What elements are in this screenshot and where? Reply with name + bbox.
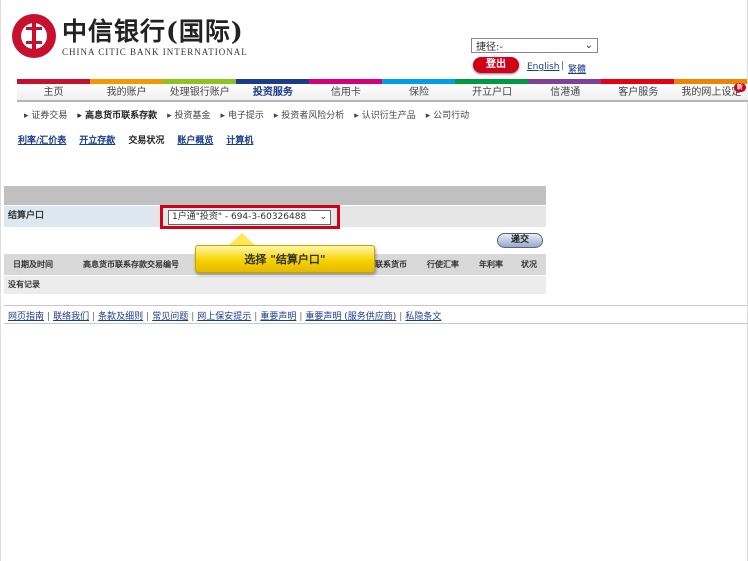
- nav-item[interactable]: 开立户口: [456, 84, 529, 100]
- footer-link[interactable]: 网上保安提示: [197, 312, 251, 322]
- col-linked-currency: 联系货币: [375, 260, 407, 269]
- settlement-account-label: 结算户口: [4, 206, 154, 227]
- arrow-icon: ▸: [220, 111, 228, 121]
- footer-link[interactable]: 重要声明: [260, 312, 296, 322]
- nav-item-label: 主页: [43, 87, 64, 98]
- col-strike-rate: 行使汇率: [427, 260, 459, 269]
- subnav-item[interactable]: ▸ 电子提示: [220, 108, 263, 121]
- form-header-bar: [4, 186, 546, 205]
- nav-item[interactable]: 信用卡: [309, 84, 382, 100]
- page-left-border: [0, 0, 1, 561]
- arrow-icon: ▸: [425, 111, 434, 121]
- nav-item-label: 投资服务: [252, 87, 293, 98]
- arrow-icon: ▸: [77, 111, 86, 121]
- logout-button[interactable]: 登出: [473, 57, 519, 73]
- footer-link[interactable]: 联络我们: [53, 312, 89, 322]
- footer-separator: |: [92, 312, 96, 322]
- arrow-icon: ▸: [354, 111, 362, 121]
- callout-target: "结算户口": [270, 253, 326, 266]
- main-nav: 主页 我的账户 处理银行账户 投资服务 信用卡 保险 开立户口 信港通 客户服务 我的网上设定新: [17, 83, 748, 102]
- submit-button[interactable]: 递交: [497, 233, 543, 248]
- footer-separator: |: [299, 312, 303, 322]
- col-transaction-id: 高息货币联系存款交易编号: [83, 260, 179, 269]
- logo-bar: [32, 21, 36, 51]
- section-link[interactable]: 交易状况: [128, 133, 164, 146]
- chevron-down-icon: ⌄: [584, 40, 593, 51]
- nav-item-label: 处理银行账户: [169, 87, 230, 98]
- subnav-item-label: 高息货币联系存款: [85, 111, 158, 121]
- nav-item[interactable]: 投资服务: [236, 84, 309, 100]
- nav-item-label: 信用卡: [330, 87, 361, 98]
- footer-links: 网页指南 | 联络我们 | 条款及细则 | 常见问题 | 网上保安提示 | 重要声明 | 重要声明 (服…: [8, 309, 441, 322]
- new-badge: 新: [733, 83, 746, 92]
- footer-separator: |: [191, 312, 195, 322]
- section-link[interactable]: 计算机: [226, 133, 253, 146]
- footer-separator: |: [47, 312, 51, 322]
- subnav-item-label: 公司行动: [433, 111, 470, 121]
- nav-item[interactable]: 客户服务: [602, 84, 675, 100]
- nav-item-label: 信港通: [550, 87, 581, 98]
- subnav-item[interactable]: ▸ 投资者风险分析: [274, 108, 344, 121]
- brand-name-cn: 中信银行(国际): [62, 17, 244, 46]
- subnav-item-label: 认识衍生产品: [361, 111, 416, 121]
- nav-item-label: 开立户口: [472, 87, 513, 98]
- subnav-item[interactable]: ▸ 投资基金: [167, 108, 210, 121]
- section-link[interactable]: 开立存款: [79, 133, 115, 146]
- footer-link[interactable]: 网页指南: [8, 312, 44, 322]
- subnav-item-label: 证券交易: [31, 111, 68, 121]
- nav-item[interactable]: 我的网上设定新: [675, 83, 748, 100]
- subnav-item[interactable]: ▸ 公司行动: [426, 108, 469, 121]
- nav-item[interactable]: 保险: [382, 84, 455, 100]
- nav-item[interactable]: 处理银行账户: [163, 84, 236, 100]
- nav-item-label: 我的网上设定: [681, 87, 742, 98]
- section-link[interactable]: 账户概览: [177, 133, 213, 146]
- footer-link[interactable]: 重要声明 (服务供应商): [305, 312, 396, 322]
- footer-link[interactable]: 条款及细则: [98, 312, 143, 322]
- footer-separator: |: [399, 312, 403, 322]
- instruction-callout: 选择 "结算户口": [195, 245, 375, 273]
- highlight-frame: 1户通"投资" - 694-3-60326488 ⌄: [160, 205, 340, 229]
- subnav-item-label: 投资者风险分析: [281, 111, 345, 121]
- sub-nav: ▸ 证券交易 ▸ 高息货币联系存款 ▸ 投资基金 ▸ 电子提示 ▸ 投资者风险分析 ▸ 认…: [24, 108, 469, 121]
- brand-name-en: CHINA CITIC BANK INTERNATIONAL: [62, 47, 248, 57]
- subnav-item[interactable]: ▸ 高息货币联系存款: [77, 108, 157, 121]
- subnav-item[interactable]: ▸ 认识衍生产品: [354, 108, 415, 121]
- lang-traditional-link[interactable]: 繁體: [568, 62, 586, 75]
- section-links: 利率/汇价表 开立存款 交易状况 账户概览 计算机: [18, 133, 253, 146]
- footer-divider-top: [4, 305, 748, 306]
- shortcut-select[interactable]: 捷径:- ⌄: [471, 38, 598, 53]
- shortcut-select-value: 捷径:-: [476, 42, 503, 53]
- col-status: 状况: [521, 260, 537, 269]
- col-annual-rate: 年利率: [479, 260, 503, 269]
- nav-item[interactable]: 我的账户: [90, 84, 163, 100]
- subnav-item-label: 电子提示: [227, 111, 264, 121]
- settlement-account-value: 1户通"投资" - 694-3-60326488: [172, 212, 307, 222]
- logo-bar: [26, 41, 42, 44]
- nav-item-label: 客户服务: [618, 87, 659, 98]
- section-link[interactable]: 利率/汇价表: [18, 133, 66, 146]
- chevron-down-icon: ⌄: [319, 212, 327, 222]
- lang-english-link[interactable]: English: [527, 62, 560, 72]
- nav-item[interactable]: 信港通: [529, 84, 602, 100]
- col-datetime: 日期及时间: [13, 260, 53, 269]
- footer-link[interactable]: 常见问题: [152, 312, 188, 322]
- bank-logo-icon[interactable]: [12, 14, 56, 58]
- nav-item-label: 保险: [409, 87, 430, 98]
- nav-item-label: 我的账户: [106, 87, 147, 98]
- callout-prefix: 选择: [244, 253, 267, 266]
- footer-separator: |: [146, 312, 150, 322]
- settlement-account-select[interactable]: 1户通"投资" - 694-3-60326488 ⌄: [168, 210, 331, 225]
- footer-separator: |: [254, 312, 258, 322]
- logo-bar: [26, 27, 42, 30]
- footer-link[interactable]: 私隐条文: [405, 312, 441, 322]
- no-record-row: 没有记录: [4, 276, 546, 294]
- subnav-item[interactable]: ▸ 证券交易: [24, 108, 67, 121]
- lang-separator: |: [561, 61, 565, 71]
- nav-item[interactable]: 主页: [17, 84, 90, 100]
- subnav-item-label: 投资基金: [174, 111, 211, 121]
- footer-divider-bottom: [4, 323, 748, 324]
